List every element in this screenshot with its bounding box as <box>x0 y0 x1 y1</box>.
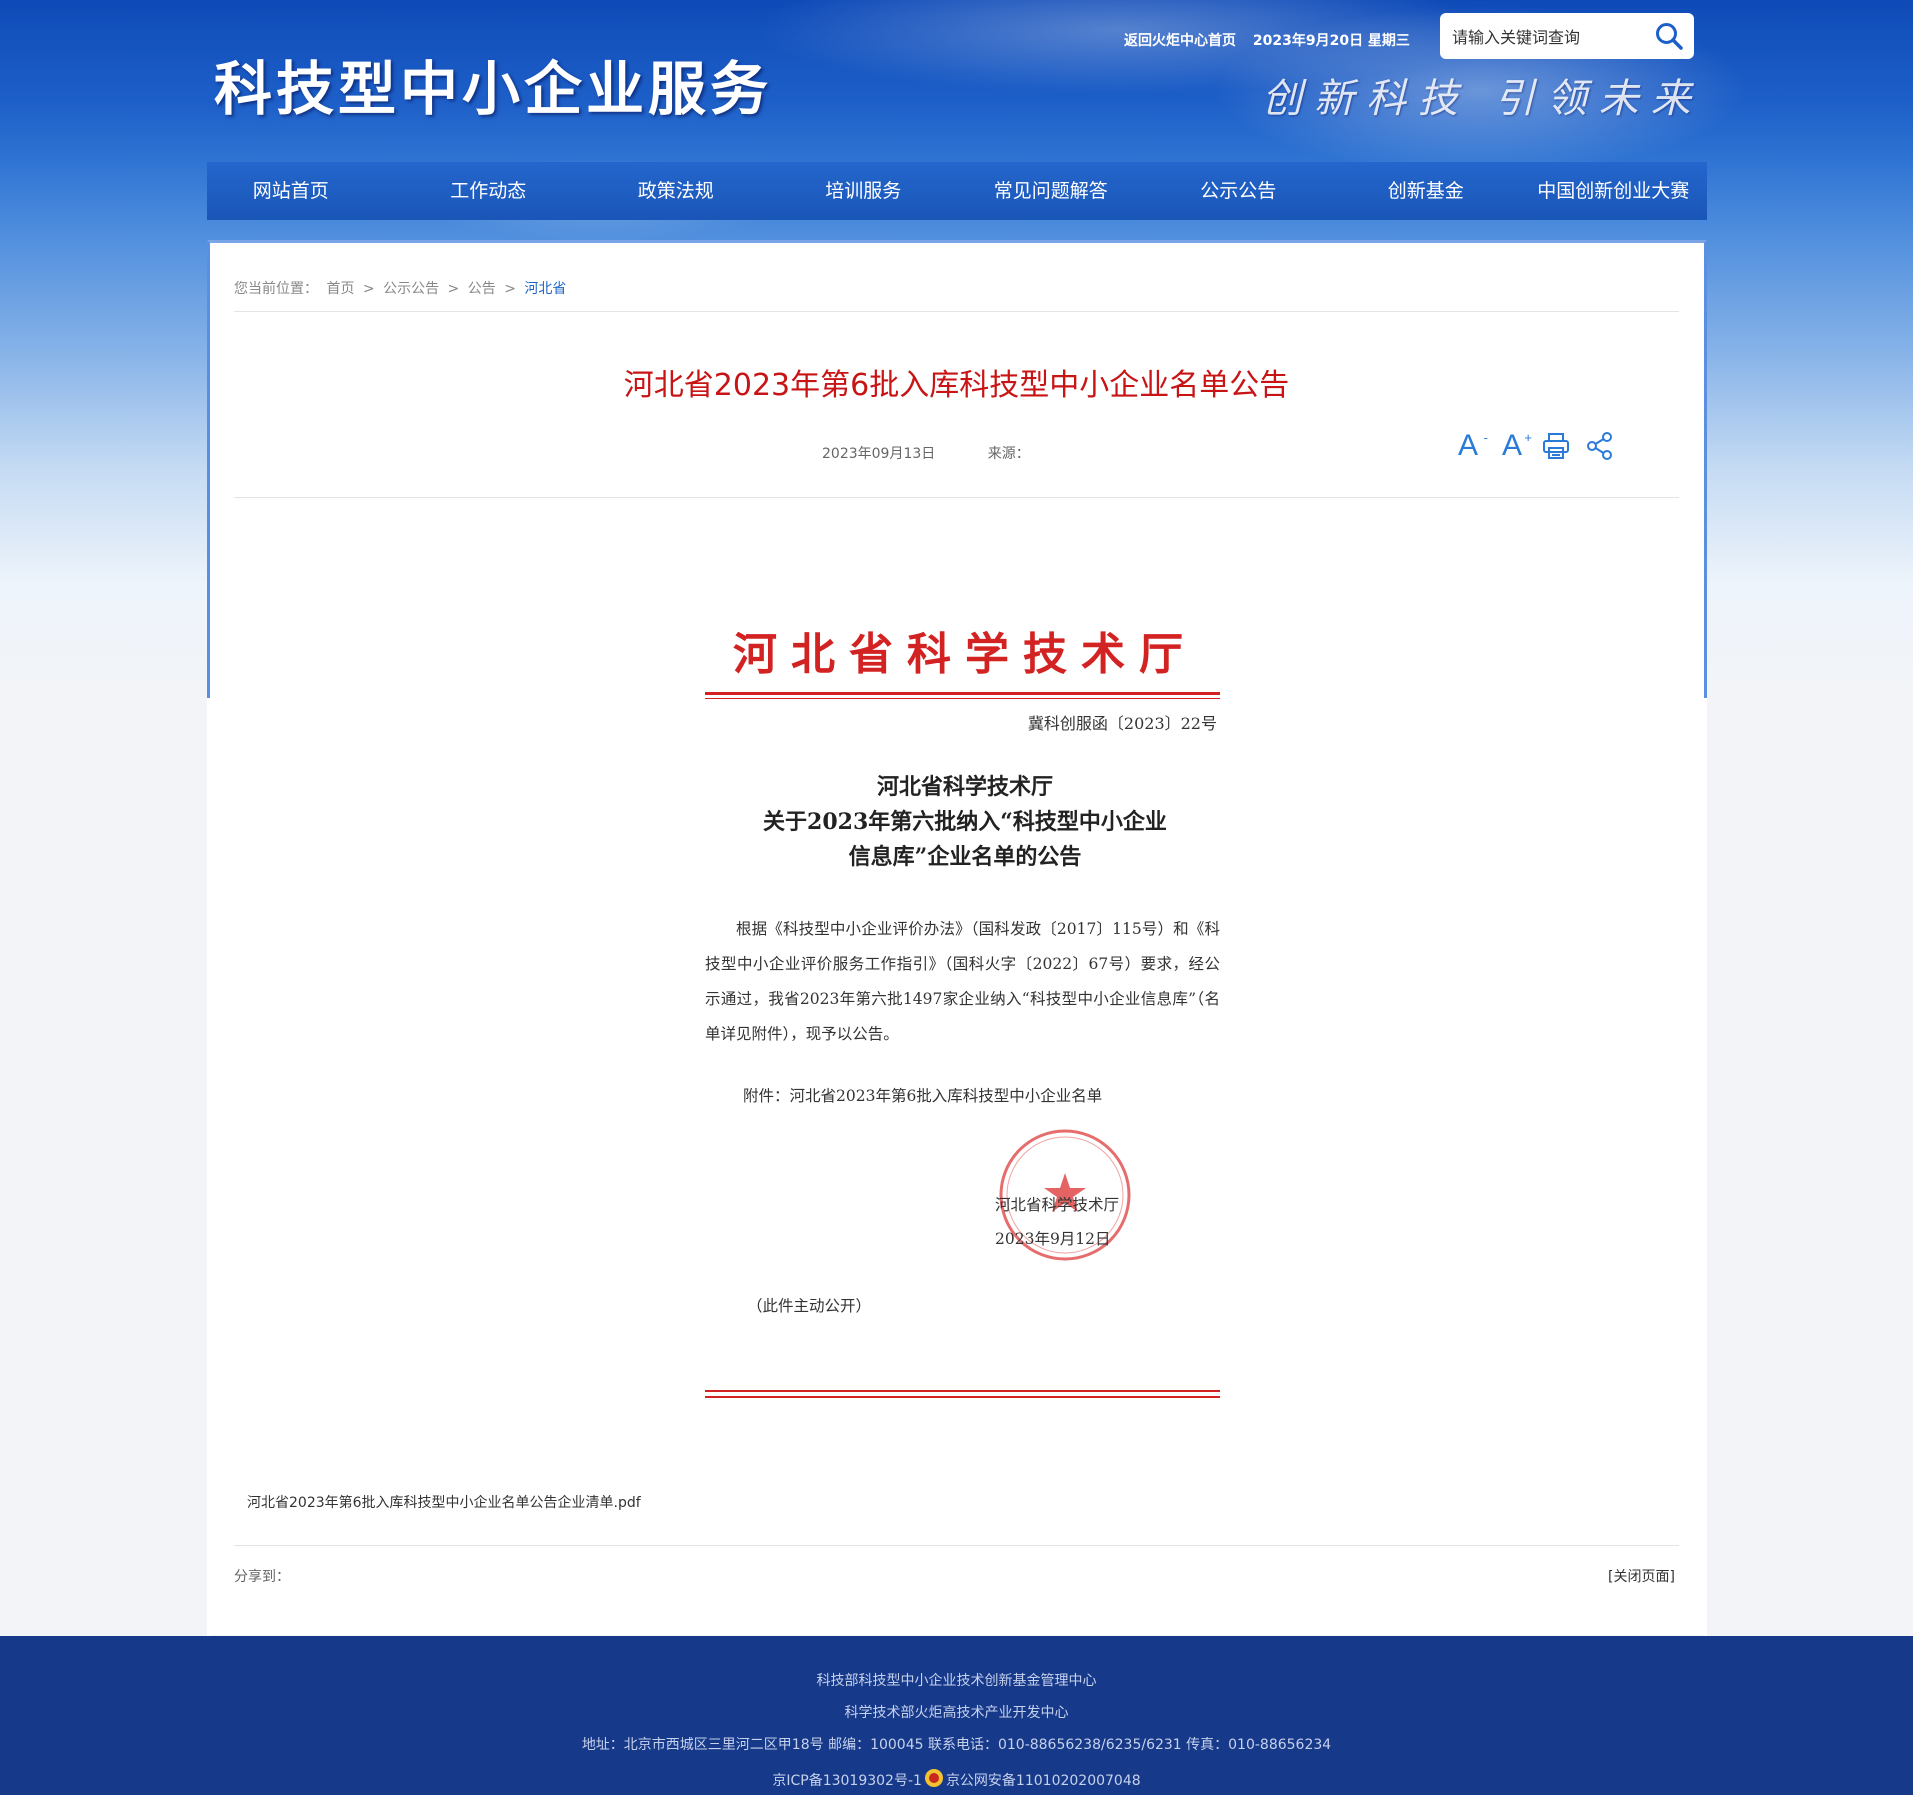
divider <box>234 311 1679 312</box>
slogan: 创新科技 引领未来 <box>1262 76 1703 122</box>
announcement-document-image: 河北省科学技术厅 冀科创服函〔2023〕22号 河北省科学技术厅 关于2023年… <box>695 610 1235 1410</box>
nav-item-work-news[interactable]: 工作动态 <box>395 162 583 220</box>
nav-item-home[interactable]: 网站首页 <box>207 162 395 220</box>
search-input[interactable] <box>1450 21 1644 53</box>
doc-attachment-note: 附件：河北省2023年第6批入库科技型中小企业名单 <box>743 1087 1103 1105</box>
doc-signer: 河北省科学技术厅 <box>995 1196 1120 1214</box>
search-icon[interactable] <box>1654 21 1684 51</box>
footer: 科技部科技型中小企业技术创新基金管理中心 科学技术部火炬高技术产业开发中心 地址… <box>0 1636 1913 1795</box>
share-label: 分享到： <box>234 1569 290 1585</box>
current-date: 2023年9月20日 星期三 <box>1252 33 1410 49</box>
share-icon[interactable] <box>1584 428 1616 464</box>
nav-item-policy[interactable]: 政策法规 <box>582 162 770 220</box>
article-tools: A- A + <box>1452 428 1616 464</box>
return-home-link[interactable]: 返回火炬中心首页 <box>1124 33 1236 49</box>
source-label: 来源： <box>987 446 1030 462</box>
breadcrumb-home[interactable]: 首页 <box>326 281 354 297</box>
panel-edge <box>207 698 211 1638</box>
doc-red-line <box>705 1396 1220 1398</box>
doc-signature: 河北省科学技术厅 2023年9月12日 <box>995 1188 1119 1256</box>
doc-sign-date: 2023年9月12日 <box>995 1230 1111 1248</box>
nav-item-announcements[interactable]: 公示公告 <box>1145 162 1333 220</box>
doc-title-line: 信息库”企业名单的公告 <box>848 844 1082 870</box>
article-meta: 2023年09月13日 来源： <box>822 443 1030 463</box>
breadcrumb-separator: > <box>362 281 375 297</box>
divider <box>234 497 1679 498</box>
print-icon[interactable] <box>1540 428 1572 464</box>
top-links: 返回火炬中心首页 2023年9月20日 星期三 <box>1124 30 1422 50</box>
article-title: 河北省2023年第6批入库科技型中小企业名单公告 <box>623 368 1290 403</box>
doc-title: 河北省科学技术厅 关于2023年第六批纳入“科技型中小企业 信息库”企业名单的公… <box>695 770 1235 875</box>
breadcrumb-announcements[interactable]: 公示公告 <box>383 281 439 297</box>
nav-item-faq[interactable]: 常见问题解答 <box>957 162 1145 220</box>
footer-org1: 科技部科技型中小企业技术创新基金管理中心 <box>816 1673 1097 1689</box>
nav-item-competition[interactable]: 中国创新创业大赛 <box>1520 162 1708 220</box>
police-record-link[interactable]: 京公网安备11010202007048 <box>946 1773 1141 1789</box>
doc-letterhead: 河北省科学技术厅 <box>733 629 1197 680</box>
breadcrumb-current[interactable]: 河北省 <box>524 281 566 297</box>
doc-body: 根据《科技型中小企业评价办法》（国科发政〔2017〕115号）和《科技型中小企业… <box>705 920 1220 1043</box>
doc-publicity-note: （此件主动公开） <box>747 1297 872 1315</box>
police-badge-icon <box>924 1768 944 1792</box>
doc-red-line <box>705 692 1220 695</box>
footer-org2: 科学技术部火炬高技术产业开发中心 <box>844 1705 1069 1721</box>
doc-title-line: 关于2023年第六批纳入“科技型中小企业 <box>763 809 1167 835</box>
footer-address: 地址：北京市西城区三里河二区甲18号 邮编：100045 联系电话：010-88… <box>581 1737 1332 1753</box>
doc-red-line <box>705 1390 1220 1392</box>
breadcrumb-label: 您当前位置： <box>234 281 318 297</box>
close-page-link[interactable]: [关闭页面] <box>1608 1566 1675 1586</box>
attachment-pdf-link[interactable]: 河北省2023年第6批入库科技型中小企业名单公告企业清单.pdf <box>247 1492 641 1512</box>
breadcrumb-separator: > <box>447 281 460 297</box>
breadcrumb-notices[interactable]: 公告 <box>468 281 496 297</box>
breadcrumb: 您当前位置： 首页 > 公示公告 > 公告 > 河北省 <box>234 278 570 298</box>
doc-red-line <box>705 698 1220 699</box>
publish-date: 2023年09月13日 <box>822 446 936 462</box>
doc-title-line: 河北省科学技术厅 <box>876 774 1053 800</box>
panel-edge <box>1703 698 1707 1638</box>
search-box <box>1440 13 1694 59</box>
site-title: 科技型中小企业服务 <box>214 55 773 123</box>
font-decrease-icon[interactable]: A- <box>1452 428 1488 464</box>
doc-number: 冀科创服函〔2023〕22号 <box>1027 714 1217 733</box>
nav-item-training[interactable]: 培训服务 <box>770 162 958 220</box>
divider <box>234 1545 1679 1546</box>
footer-registration: 京ICP备13019302号-1 京公网安备11010202007048 <box>0 1768 1913 1792</box>
nav-item-innovation-fund[interactable]: 创新基金 <box>1332 162 1520 220</box>
font-increase-icon[interactable]: A + <box>1496 428 1532 464</box>
icp-link[interactable]: 京ICP备13019302号-1 <box>772 1773 922 1789</box>
breadcrumb-separator: > <box>504 281 516 297</box>
main-nav: 网站首页 工作动态 政策法规 培训服务 常见问题解答 公示公告 创新基金 中国创… <box>207 162 1707 220</box>
